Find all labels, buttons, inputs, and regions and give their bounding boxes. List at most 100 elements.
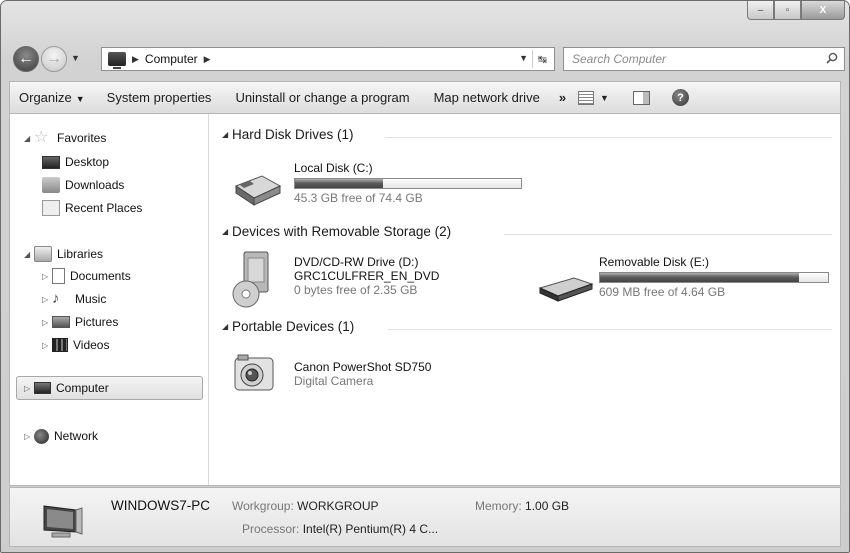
collapse-arrow-icon[interactable]: ▷ xyxy=(24,432,34,441)
address-bar[interactable]: ▶ Computer ▶ ▼ ↹ xyxy=(101,47,555,71)
drive-usage-fill xyxy=(600,273,799,282)
view-options-icon xyxy=(578,90,595,105)
tree-item-network[interactable]: ▷ Network xyxy=(24,426,98,446)
collapse-arrow-icon[interactable]: ▷ xyxy=(42,295,52,304)
processor-info: Processor: Intel(R) Pentium(R) 4 C... xyxy=(242,522,438,536)
recent-pages-dropdown-icon[interactable]: ▼ xyxy=(71,53,80,63)
expand-arrow-icon[interactable]: ◢ xyxy=(24,250,34,259)
collapse-arrow-icon[interactable]: ▷ xyxy=(42,341,52,350)
disc-label: GRC1CULFRER_EN_DVD xyxy=(294,269,440,283)
workgroup-info: Workgroup: WORKGROUP xyxy=(232,499,379,513)
computer-monitor-icon xyxy=(43,505,83,538)
map-network-drive-button[interactable]: Map network drive xyxy=(425,90,549,105)
tree-item-computer[interactable]: ▷ Computer xyxy=(24,378,109,398)
drive-free-space: 0 bytes free of 2.35 GB xyxy=(294,283,418,297)
tree-item-favorites[interactable]: ◢ ☆ Favorites xyxy=(24,128,106,148)
chevron-down-icon: ▼ xyxy=(600,92,609,103)
music-icon: ♪ xyxy=(52,290,60,307)
change-view-button[interactable]: ▼ xyxy=(578,90,609,105)
tree-item-libraries[interactable]: ◢ Libraries xyxy=(24,244,103,264)
collapse-arrow-icon[interactable]: ▷ xyxy=(24,384,34,393)
group-title: Devices with Removable Storage (2) xyxy=(232,224,452,239)
drive-tile-local-disk-c[interactable]: Local Disk (C:) 45.3 GB free of 74.4 GB xyxy=(294,161,522,205)
minimize-button[interactable]: – xyxy=(747,1,774,20)
breadcrumb-chevron-icon[interactable]: ▶ xyxy=(204,54,211,65)
group-divider xyxy=(388,329,832,330)
collapse-arrow-icon[interactable]: ◢ xyxy=(222,322,232,331)
tree-item-downloads[interactable]: Downloads xyxy=(42,175,124,195)
drive-usage-bar xyxy=(294,178,522,189)
memory-value: 1.00 GB xyxy=(525,499,570,513)
navigation-row: ← → ▼ ▶ Computer ▶ ▼ ↹ xyxy=(1,41,849,75)
drive-name: DVD/CD-RW Drive (D:) xyxy=(294,255,419,269)
chevron-down-icon: ▼ xyxy=(75,94,85,104)
group-title: Hard Disk Drives (1) xyxy=(232,127,354,142)
removable-disk-icon xyxy=(538,277,594,302)
processor-value: Intel(R) Pentium(R) 4 C... xyxy=(302,522,439,536)
drive-name: Removable Disk (E:) xyxy=(599,255,710,269)
memory-label: Memory: xyxy=(475,499,522,513)
tree-item-label: Recent Places xyxy=(65,201,143,215)
recent-places-icon xyxy=(42,200,60,216)
drive-tile-removable-e[interactable]: Removable Disk (E:) 609 MB free of 4.64 … xyxy=(599,255,829,299)
tree-item-recent-places[interactable]: Recent Places xyxy=(42,198,142,218)
processor-label: Processor: xyxy=(242,522,300,536)
collapse-arrow-icon[interactable]: ◢ xyxy=(222,227,232,236)
star-icon: ☆ xyxy=(34,129,49,146)
breadcrumb-chevron-icon[interactable]: ▶ xyxy=(132,54,139,65)
documents-icon xyxy=(52,268,65,284)
drive-free-space: 45.3 GB free of 74.4 GB xyxy=(294,191,423,205)
title-bar[interactable]: – ▫ X xyxy=(1,1,849,41)
preview-pane-icon[interactable] xyxy=(632,90,650,105)
tree-item-label: Pictures xyxy=(75,315,119,329)
tree-item-documents[interactable]: ▷ Documents xyxy=(42,266,131,286)
address-dropdown-icon[interactable]: ▼ xyxy=(519,53,528,63)
collapse-arrow-icon[interactable]: ▷ xyxy=(42,318,52,327)
tree-item-label: Desktop xyxy=(65,155,110,169)
system-properties-button[interactable]: System properties xyxy=(98,90,221,105)
explorer-window: – ▫ X ← → ▼ ▶ Computer ▶ ▼ ↹ Org xyxy=(0,0,850,553)
desktop-icon xyxy=(42,155,60,169)
tree-item-label: Network xyxy=(54,429,99,443)
refresh-icon[interactable]: ↹ xyxy=(532,50,552,68)
search-icon[interactable] xyxy=(826,52,838,64)
computer-name: WINDOWS7-PC xyxy=(111,498,210,513)
tree-item-music[interactable]: ▷ ♪ Music xyxy=(42,289,106,309)
uninstall-program-button[interactable]: Uninstall or change a program xyxy=(226,90,418,105)
expand-arrow-icon[interactable]: ◢ xyxy=(24,134,34,143)
navigation-pane[interactable]: ◢ ☆ Favorites Desktop Downloads Recent P… xyxy=(10,114,209,485)
tree-item-label: Favorites xyxy=(57,131,107,145)
more-commands-button[interactable]: » xyxy=(549,90,576,105)
organize-button[interactable]: Organize ▼ xyxy=(10,90,94,105)
breadcrumb-computer[interactable]: Computer xyxy=(145,52,198,66)
group-divider xyxy=(385,137,832,138)
collapse-arrow-icon[interactable]: ◢ xyxy=(222,130,232,139)
group-header-hard-disk-drives[interactable]: ◢ Hard Disk Drives (1) xyxy=(222,127,354,142)
drive-tile-dvd-d[interactable]: DVD/CD-RW Drive (D:) GRC1CULFRER_EN_DVD … xyxy=(294,255,534,297)
back-arrow-icon: ← xyxy=(18,50,34,67)
caption-buttons: – ▫ X xyxy=(747,1,845,20)
forward-button[interactable]: → xyxy=(41,46,67,72)
back-forward-group: ← → ▼ xyxy=(13,45,97,73)
device-tile-canon-camera[interactable]: Canon PowerShot SD750 Digital Camera xyxy=(294,360,534,388)
help-icon[interactable]: ? xyxy=(671,89,689,106)
drive-name: Local Disk (C:) xyxy=(294,161,373,175)
search-input[interactable] xyxy=(572,52,812,66)
group-header-removable-storage[interactable]: ◢ Devices with Removable Storage (2) xyxy=(222,224,451,239)
tree-item-pictures[interactable]: ▷ Pictures xyxy=(42,312,118,332)
file-list-pane[interactable]: ◢ Hard Disk Drives (1) Local Disk (C:) 4… xyxy=(210,114,840,485)
device-type: Digital Camera xyxy=(294,374,374,388)
libraries-icon xyxy=(34,246,52,262)
collapse-arrow-icon[interactable]: ▷ xyxy=(42,272,52,281)
workgroup-label: Workgroup: xyxy=(232,499,294,513)
tree-item-videos[interactable]: ▷ Videos xyxy=(42,335,109,355)
search-box[interactable] xyxy=(563,47,845,71)
downloads-icon xyxy=(42,177,60,193)
computer-icon xyxy=(108,52,126,69)
back-button[interactable]: ← xyxy=(13,46,39,72)
tree-item-label: Documents xyxy=(70,269,131,283)
close-button[interactable]: X xyxy=(801,1,845,20)
maximize-button[interactable]: ▫ xyxy=(774,1,801,20)
tree-item-desktop[interactable]: Desktop xyxy=(42,152,109,172)
group-header-portable-devices[interactable]: ◢ Portable Devices (1) xyxy=(222,319,354,334)
